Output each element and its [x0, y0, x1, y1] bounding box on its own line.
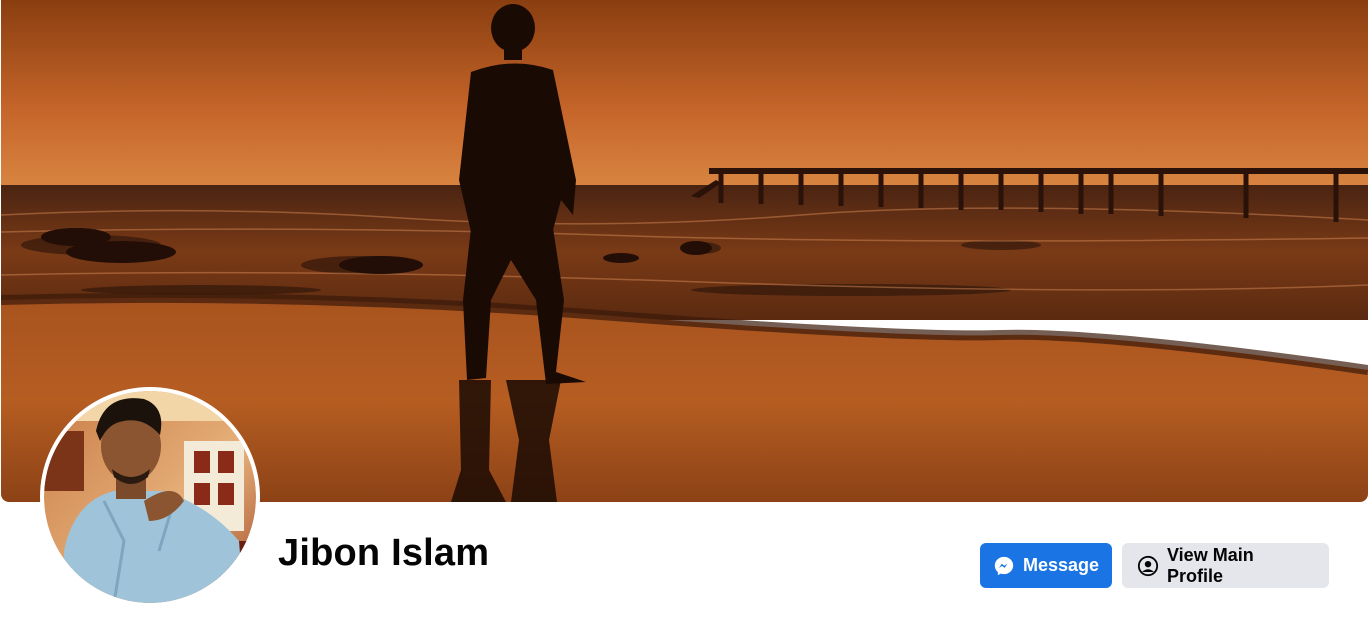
profile-photo [44, 391, 256, 603]
user-circle-icon [1137, 555, 1159, 577]
profile-avatar[interactable] [40, 387, 260, 607]
messenger-icon [993, 555, 1015, 577]
view-main-profile-label: View Main Profile [1167, 544, 1254, 586]
message-button-label: Message [1022, 555, 1100, 575]
profile-name: Jibon Islam [278, 532, 490, 574]
view-main-profile-button[interactable]: View Main Profile [1122, 543, 1329, 588]
message-button[interactable]: Message [980, 543, 1112, 588]
